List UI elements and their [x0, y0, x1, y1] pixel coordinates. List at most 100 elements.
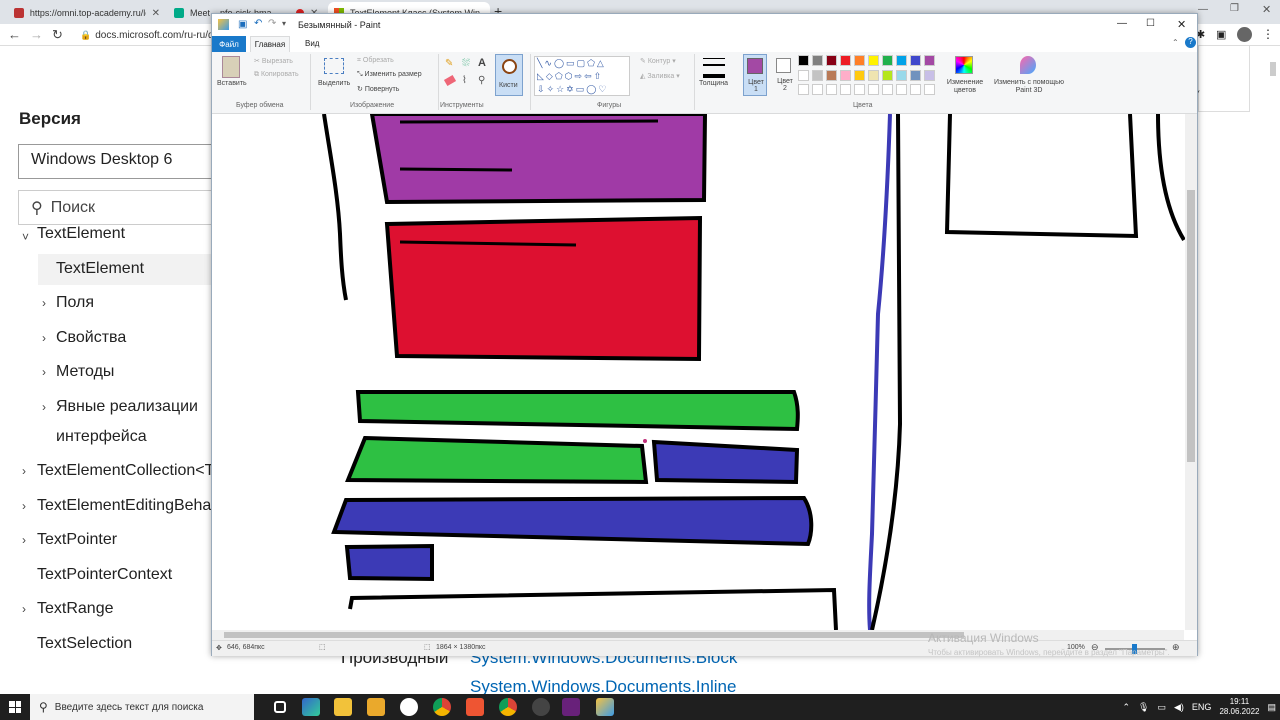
palette-swatch[interactable] [868, 55, 879, 66]
eraser-icon[interactable] [443, 74, 457, 87]
tab-view[interactable]: Вид [305, 39, 319, 48]
chevron-right-icon[interactable]: › [22, 499, 26, 513]
magnifier-icon[interactable]: ⚲ [478, 75, 485, 86]
quick-access-dropdown-icon[interactable]: ▾ [282, 19, 286, 28]
forward-icon[interactable]: → [30, 27, 43, 42]
rotate-button[interactable]: ↻ Повернуть [357, 85, 399, 93]
palette-swatch[interactable] [854, 55, 865, 66]
menu-kebab-icon[interactable]: ⋮ [1262, 27, 1274, 41]
yandex-browser-icon[interactable] [466, 698, 484, 716]
polygon-shape-icon[interactable]: ⬠ [587, 58, 597, 68]
color1-button[interactable]: Цвет 1 [743, 54, 767, 96]
hscroll-thumb[interactable] [224, 632, 964, 638]
hexagon-shape-icon[interactable]: ⬡ [565, 71, 575, 81]
yandex-icon[interactable] [400, 698, 418, 716]
clock[interactable]: 19:11 28.06.2022 [1219, 697, 1259, 717]
toc-item-explicit-impl-cont[interactable]: интерфейса [56, 428, 147, 446]
toc-item-textelementcollection[interactable]: TextElementCollection<T [37, 462, 211, 480]
store-icon[interactable] [367, 698, 385, 716]
arrow-right-shape-icon[interactable]: ⇨ [575, 71, 585, 81]
paste-icon[interactable] [222, 56, 240, 78]
toc-item-textselection[interactable]: TextSelection [37, 635, 132, 653]
redo-icon[interactable]: ↷ [268, 18, 276, 29]
palette-swatch-empty[interactable] [910, 84, 921, 96]
palette-swatch[interactable] [854, 69, 865, 81]
tab-file[interactable]: Файл [212, 36, 246, 52]
drawing-svg[interactable] [212, 114, 1186, 631]
toc-item-properties[interactable]: Свойства [56, 329, 126, 347]
thickness-icon[interactable] [703, 58, 725, 78]
thickness-button[interactable]: Толщина [699, 80, 728, 87]
chrome-icon[interactable] [433, 698, 451, 716]
taskbar-search-box[interactable]: ⚲ Введите здесь текст для поиска [30, 694, 254, 720]
rect-shape-icon[interactable]: ▭ [566, 58, 577, 68]
zoom-in-icon[interactable]: ⊕ [1172, 642, 1180, 653]
paint-maximize-icon[interactable]: ☐ [1146, 18, 1155, 29]
brushes-button[interactable]: Кисти [495, 54, 523, 96]
palette-swatch[interactable] [924, 55, 935, 66]
palette-swatch[interactable] [882, 69, 893, 81]
palette-swatch-empty[interactable] [896, 84, 907, 96]
curve-shape-icon[interactable]: ∿ [544, 58, 554, 68]
restore-window-icon[interactable]: ❐ [1230, 3, 1239, 14]
chevron-right-icon[interactable]: › [42, 296, 46, 310]
toc-item-textelementediting[interactable]: TextElementEditingBeha [37, 497, 211, 515]
star5-shape-icon[interactable]: ☆ [556, 84, 566, 94]
reload-icon[interactable]: ↻ [52, 27, 63, 43]
arrow-up-shape-icon[interactable]: ⇧ [594, 71, 604, 81]
palette-swatch-empty[interactable] [882, 84, 893, 96]
toc-item-textpointercontext[interactable]: TextPointerContext [37, 566, 172, 584]
version-select[interactable]: Windows Desktop 6 [18, 144, 218, 179]
toc-item-textelement[interactable]: TextElement [56, 260, 144, 278]
app-icon[interactable] [532, 698, 550, 716]
paint-close-icon[interactable]: ✕ [1177, 18, 1186, 31]
toc-item-textpointer[interactable]: TextPointer [37, 531, 117, 549]
collapse-ribbon-icon[interactable]: ⌃ [1172, 38, 1179, 47]
palette-swatch[interactable] [798, 69, 809, 81]
chevron-right-icon[interactable]: › [22, 533, 26, 547]
task-view-icon[interactable] [274, 701, 286, 713]
color-picker-icon[interactable]: ⌇ [462, 75, 467, 86]
select-button[interactable]: Выделить [318, 80, 350, 87]
edit-colors-icon[interactable] [955, 56, 973, 74]
paint3d-icon[interactable] [1020, 56, 1036, 74]
pencil-icon[interactable]: ✎ [445, 58, 453, 69]
close-window-icon[interactable]: ✕ [1262, 3, 1271, 16]
vscroll-thumb[interactable] [1187, 190, 1195, 462]
palette-swatch-empty[interactable] [924, 84, 935, 96]
palette-swatch[interactable] [924, 69, 935, 81]
paint-canvas[interactable] [212, 114, 1197, 632]
star6-shape-icon[interactable]: ✡ [566, 84, 576, 94]
palette-swatch[interactable] [910, 55, 921, 66]
chevron-right-icon[interactable]: › [22, 464, 26, 478]
toc-item-textelement-parent[interactable]: TextElement [37, 225, 125, 243]
fill-dropdown[interactable]: ◭ Заливка ▾ [640, 72, 680, 80]
edge-icon[interactable] [302, 698, 320, 716]
palette-swatch[interactable] [840, 55, 851, 66]
tab-home[interactable]: Главная [250, 36, 290, 52]
toc-item-textrange[interactable]: TextRange [37, 600, 114, 618]
paint3d-button[interactable]: Изменить с помощью Paint 3D [993, 79, 1065, 95]
star4-shape-icon[interactable]: ✧ [547, 84, 557, 94]
notifications-icon[interactable]: ▤ [1267, 702, 1276, 713]
palette-swatch[interactable] [798, 55, 809, 66]
palette-swatch-empty[interactable] [826, 84, 837, 96]
palette-swatch-empty[interactable] [854, 84, 865, 96]
palette-swatch[interactable] [840, 69, 851, 81]
palette-swatch[interactable] [812, 69, 823, 81]
chevron-down-icon[interactable]: ˅ [22, 230, 29, 244]
sidebar-icon[interactable]: ▣ [1216, 28, 1226, 41]
chevron-right-icon[interactable]: › [22, 602, 26, 616]
file-explorer-icon[interactable] [334, 698, 352, 716]
input-language[interactable]: ENG [1192, 702, 1212, 712]
palette-swatch[interactable] [868, 69, 879, 81]
paint-taskbar-icon[interactable] [596, 698, 614, 716]
oval-callout-shape-icon[interactable]: ◯ [586, 84, 598, 94]
fill-bucket-icon[interactable]: ⛆ [462, 58, 470, 69]
diamond-shape-icon[interactable]: ◇ [546, 71, 555, 81]
right-triangle-shape-icon[interactable]: ◺ [537, 71, 546, 81]
palette-swatch[interactable] [826, 55, 837, 66]
network-icon[interactable]: ▭ [1157, 702, 1166, 713]
heart-shape-icon[interactable]: ♡ [598, 84, 608, 94]
canvas-vertical-scrollbar[interactable] [1185, 114, 1197, 630]
